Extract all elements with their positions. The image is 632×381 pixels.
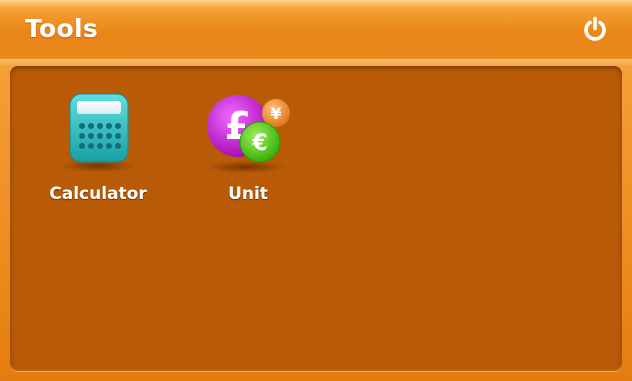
unit-icon-wrap: £ ¥ €	[188, 86, 308, 176]
power-icon	[584, 16, 606, 41]
euro-symbol: €	[251, 131, 267, 156]
app-label-calculator: Calculator	[49, 184, 147, 204]
calculator-icon	[60, 93, 136, 172]
title-bar: Tools	[0, 0, 632, 66]
page-title: Tools	[25, 14, 99, 43]
euro-coin: €	[239, 121, 281, 163]
app-tile-calculator[interactable]: Calculator	[38, 72, 158, 204]
yen-symbol: ¥	[270, 104, 281, 123]
calculator-icon-wrap	[38, 86, 158, 176]
tools-screen: Tools Calculator £ ¥ € Unit	[0, 0, 632, 381]
app-grid-panel: Calculator £ ¥ € Unit	[10, 66, 622, 371]
app-label-unit: Unit	[228, 184, 268, 204]
title-bar-divider	[0, 59, 632, 66]
app-tile-unit[interactable]: £ ¥ € Unit	[188, 72, 308, 204]
power-button[interactable]	[576, 12, 614, 46]
title-bar-shine	[0, 0, 632, 8]
currency-unit-icon: £ ¥ €	[206, 95, 290, 173]
